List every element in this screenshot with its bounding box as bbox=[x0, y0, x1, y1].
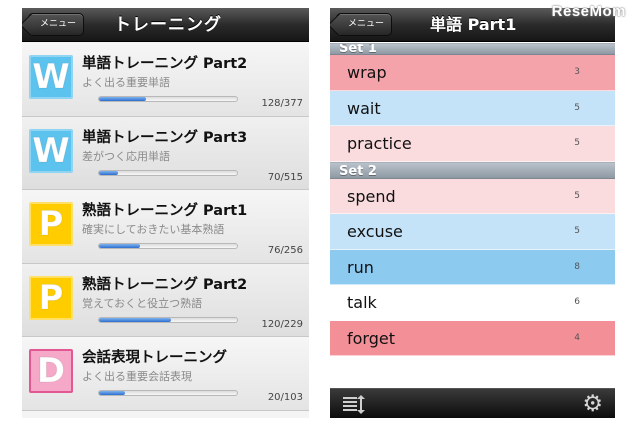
word-row[interactable]: wrap 3 bbox=[330, 55, 615, 91]
training-screen: メニュー トレーニング W 単語トレーニング Part2 よく出る重要単語 128/3… bbox=[22, 8, 309, 418]
word-row[interactable]: wait 5 bbox=[330, 90, 615, 126]
course-title: 単語トレーニング Part3 bbox=[82, 129, 248, 146]
progress-bar bbox=[98, 243, 238, 249]
progress-count: 70/515 bbox=[267, 171, 303, 183]
progress-bar bbox=[98, 390, 238, 396]
progress-count: 120/229 bbox=[261, 318, 303, 330]
word-list-screen: メニュー 単語 Part1 Set 1 wrap 3 wait 5 practice 5 Se… bbox=[330, 8, 615, 418]
menu-back-button[interactable]: メニュー bbox=[28, 13, 84, 36]
progress-fill bbox=[99, 244, 141, 248]
word-count: 3 bbox=[574, 67, 580, 77]
course-title: 会話表現トレーニング bbox=[82, 350, 227, 366]
progress-bar bbox=[98, 316, 238, 323]
word-row[interactable]: talk 6 bbox=[330, 285, 615, 321]
course-subtitle: よく出る重要単語 bbox=[82, 76, 170, 89]
progress-fill bbox=[99, 391, 126, 395]
progress-fill bbox=[99, 97, 146, 101]
section-header: Set 2 bbox=[330, 161, 615, 179]
course-row[interactable]: W 単語トレーニング Part3 差がつく応用単語 70/515 bbox=[22, 116, 309, 190]
progress-count: 20/103 bbox=[267, 392, 303, 403]
page-title: トレーニング bbox=[114, 15, 222, 35]
progress-bar bbox=[98, 169, 238, 176]
course-badge-icon: D bbox=[29, 349, 73, 393]
course-subtitle: よく出る重要会話表現 bbox=[82, 370, 192, 383]
progress-fill bbox=[99, 170, 119, 175]
word-count: 5 bbox=[574, 190, 580, 201]
word-count: 5 bbox=[574, 102, 580, 113]
course-row[interactable]: P 熟語トレーニング Part2 覚えておくと役立つ熟語 120/229 bbox=[22, 263, 309, 337]
word-text: run bbox=[347, 257, 374, 277]
menu-back-button[interactable]: メニュー bbox=[336, 13, 392, 36]
word-text: wait bbox=[347, 98, 381, 118]
word-row[interactable]: spend 5 bbox=[330, 178, 615, 214]
word-count: 5 bbox=[574, 226, 580, 236]
course-subtitle: 差がつく応用単語 bbox=[82, 149, 170, 163]
word-text: wrap bbox=[347, 63, 387, 82]
word-count: 4 bbox=[574, 332, 580, 343]
word-count: 8 bbox=[574, 261, 580, 272]
course-row[interactable]: P 熟語トレーニング Part1 確実にしておきたい基本熟語 76/256 bbox=[22, 190, 309, 264]
course-subtitle: 覚えておくと役立つ熟語 bbox=[82, 296, 203, 310]
word-count: 6 bbox=[574, 297, 580, 307]
progress-bar bbox=[98, 96, 238, 102]
word-text: excuse bbox=[347, 222, 403, 241]
word-count: 5 bbox=[574, 138, 580, 148]
gear-icon[interactable]: ⚙ bbox=[582, 391, 603, 417]
word-text: practice bbox=[347, 134, 412, 153]
course-row[interactable]: W 単語トレーニング Part2 よく出る重要単語 128/377 bbox=[22, 43, 309, 117]
watermark-logo: ReseMom bbox=[551, 3, 626, 20]
course-badge-icon: W bbox=[29, 128, 73, 173]
word-text: spend bbox=[347, 186, 396, 206]
course-subtitle: 確実にしておきたい基本熟語 bbox=[82, 223, 225, 236]
course-badge-icon: P bbox=[29, 275, 73, 320]
course-title: 単語トレーニング Part2 bbox=[82, 56, 248, 72]
word-row[interactable]: run 8 bbox=[330, 249, 615, 285]
page-title: 単語 Part1 bbox=[430, 15, 517, 34]
word-row[interactable]: excuse 5 bbox=[330, 214, 615, 250]
course-badge-icon: P bbox=[29, 202, 73, 246]
word-list: Set 1 wrap 3 wait 5 practice 5 Set 2 spend 5 excus… bbox=[330, 43, 615, 388]
word-row[interactable]: practice 5 bbox=[330, 126, 615, 162]
progress-fill bbox=[99, 317, 171, 322]
progress-count: 128/377 bbox=[261, 98, 303, 109]
course-row[interactable]: D 会話表現トレーニング よく出る重要会話表現 20/103 bbox=[22, 337, 309, 411]
course-list: W 単語トレーニング Part2 よく出る重要単語 128/377 W 単語トレーニング … bbox=[22, 43, 309, 418]
word-row[interactable]: forget 4 bbox=[330, 320, 615, 356]
list-sort-icon[interactable] bbox=[343, 395, 365, 414]
course-badge-icon: W bbox=[29, 55, 73, 99]
word-text: talk bbox=[347, 293, 377, 312]
bottom-toolbar: ⚙ bbox=[330, 388, 615, 418]
progress-count: 76/256 bbox=[267, 245, 303, 256]
word-text: forget bbox=[347, 328, 395, 348]
section-header: Set 1 bbox=[330, 43, 615, 55]
navigation-bar: メニュー トレーニング bbox=[22, 8, 309, 42]
course-title: 熟語トレーニング Part1 bbox=[82, 203, 248, 219]
course-title: 熟語トレーニング Part2 bbox=[82, 276, 248, 293]
